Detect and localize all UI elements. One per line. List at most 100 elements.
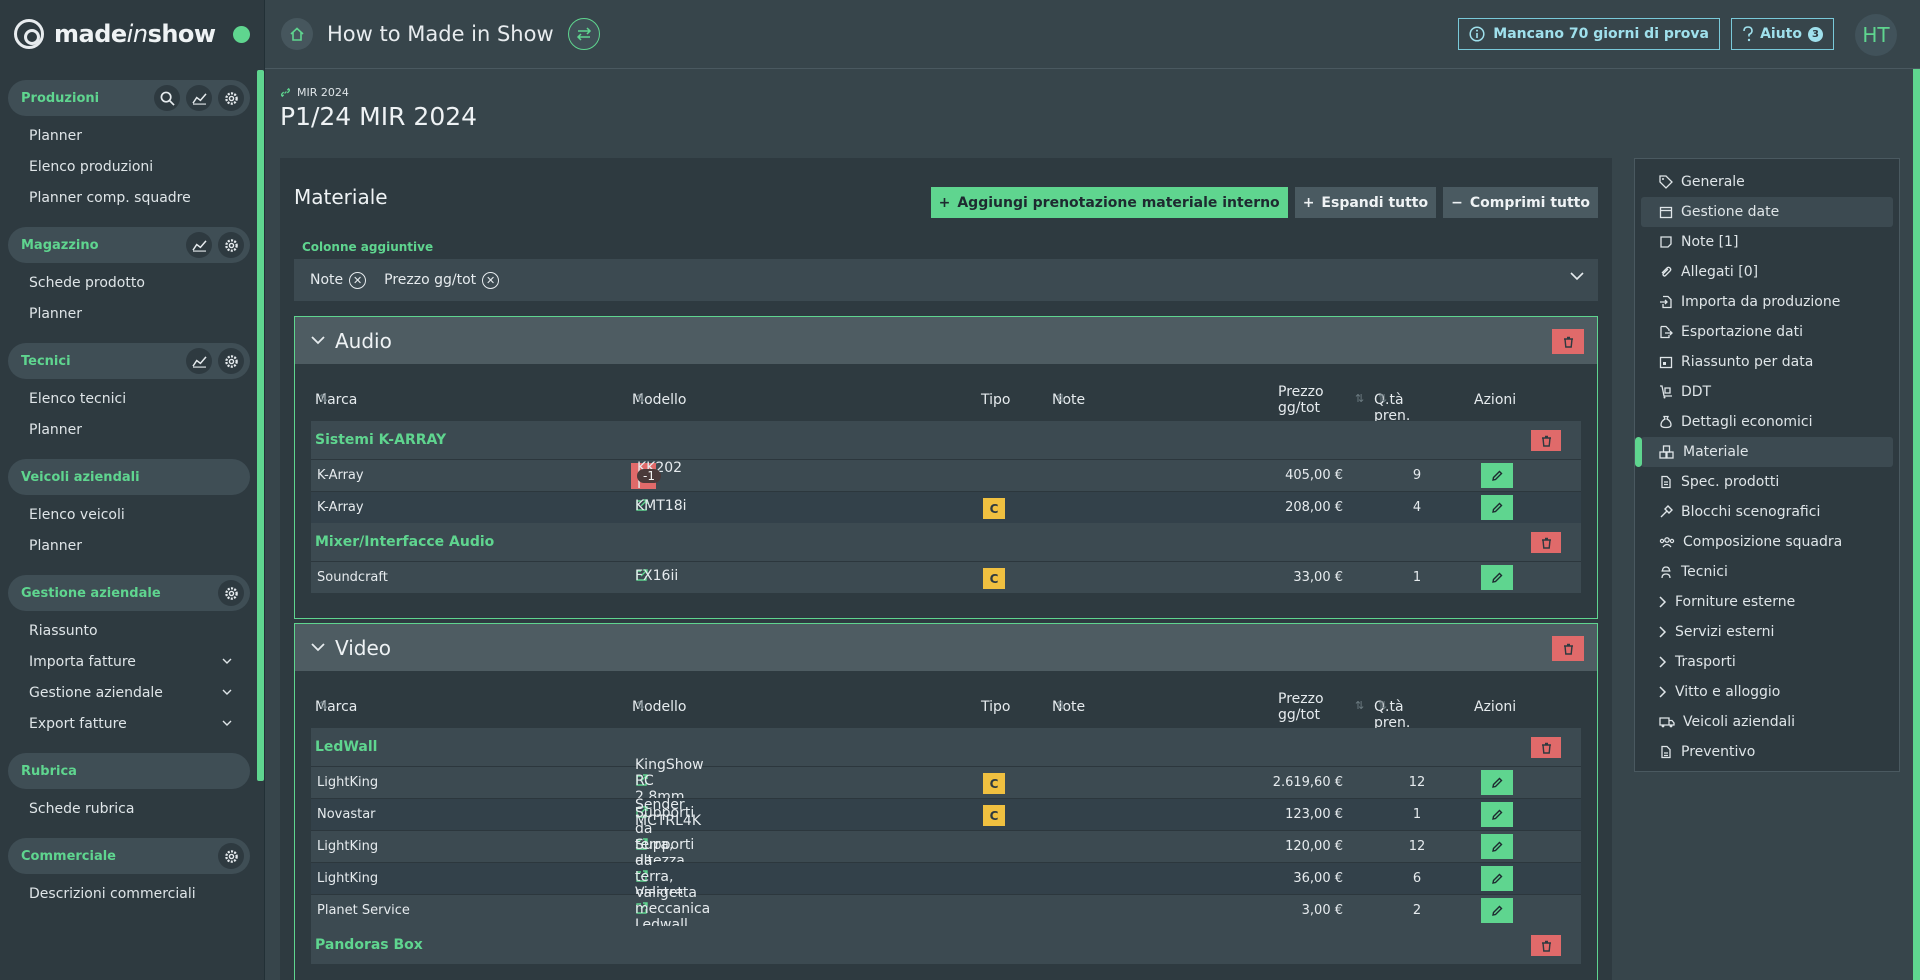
avatar[interactable]: HT — [1855, 14, 1897, 56]
group-header[interactable]: Video — [295, 624, 1597, 671]
sidebar-item-elenco-tecnici[interactable]: Elenco tecnici — [8, 383, 250, 414]
chart-icon[interactable] — [186, 85, 212, 111]
edit-button[interactable] — [1481, 834, 1513, 859]
edit-button[interactable] — [1481, 463, 1513, 488]
tipo-badge: C — [983, 805, 1005, 826]
nav-composizione-squadra[interactable]: Composizione squadra — [1641, 527, 1893, 557]
edit-button[interactable] — [1481, 495, 1513, 520]
sidebar-item-planner-comp-squadre[interactable]: Planner comp. squadre — [8, 182, 250, 213]
sidebar-item-export-fatture[interactable]: Export fatture — [8, 708, 250, 739]
chart-icon[interactable] — [186, 232, 212, 258]
add-internal-booking-button[interactable]: + Aggiungi prenotazione materiale interno — [930, 187, 1288, 218]
invoice-icon — [1661, 745, 1671, 759]
chart-icon[interactable] — [186, 348, 212, 374]
gear-icon[interactable] — [218, 348, 244, 374]
chevron-down-icon[interactable] — [1570, 272, 1584, 281]
sidebar-section-header[interactable]: Veicoli aziendali — [8, 459, 250, 495]
nav-spec-prodotti[interactable]: Spec. prodotti — [1641, 467, 1893, 497]
sort-icon[interactable]: ⇅ — [1355, 699, 1364, 712]
sidebar-item-gestione-aziendale[interactable]: Gestione aziendale — [8, 677, 250, 708]
trial-banner[interactable]: Mancano 70 giorni di prova — [1458, 18, 1720, 50]
sort-icon[interactable]: ⇅ — [1355, 392, 1364, 405]
sidebar-item-schede-prodotto[interactable]: Schede prodotto — [8, 267, 250, 298]
sidebar-section-header[interactable]: Commerciale — [8, 838, 250, 874]
nav-ddt[interactable]: DDT — [1641, 377, 1893, 407]
remove-chip-icon[interactable]: ✕ — [349, 271, 367, 289]
tag-icon — [1659, 175, 1673, 189]
breadcrumb[interactable]: MIR 2024 — [280, 86, 349, 99]
expand-all-button[interactable]: + Espandi tutto — [1294, 187, 1437, 218]
nav-tecnici[interactable]: Tecnici — [1641, 557, 1893, 587]
delete-category-button[interactable] — [1531, 532, 1561, 553]
nav-note[interactable]: Note [1] — [1641, 227, 1893, 257]
product-link[interactable]: FX16ii — [635, 568, 678, 584]
sidebar-section-header[interactable]: Gestione aziendale — [8, 575, 250, 611]
sidebar-item-elenco-veicoli[interactable]: Elenco veicoli — [8, 499, 250, 530]
product-link[interactable]: Valigetta meccanica Ledwall — [635, 885, 710, 933]
nav-generale[interactable]: Generale — [1641, 167, 1893, 197]
sidebar-item-planner[interactable]: Planner — [8, 530, 250, 561]
sidebar-item-schede-rubrica[interactable]: Schede rubrica — [8, 793, 250, 824]
gear-icon[interactable] — [218, 232, 244, 258]
group-header[interactable]: Audio — [295, 317, 1597, 364]
nav-blocchi-scenografici[interactable]: Blocchi scenografici — [1641, 497, 1893, 527]
page-scrollbar[interactable] — [1913, 69, 1920, 980]
nav-veicoli-aziendali[interactable]: Veicoli aziendali — [1641, 707, 1893, 737]
sidebar-section-header[interactable]: Produzioni — [8, 80, 250, 116]
nav-esportazione-dati[interactable]: Esportazione dati — [1641, 317, 1893, 347]
sidebar-item-elenco-produzioni[interactable]: Elenco produzioni — [8, 151, 250, 182]
nav-preventivo[interactable]: Preventivo — [1641, 737, 1893, 767]
sidebar-section-header[interactable]: Tecnici — [8, 343, 250, 379]
help-button[interactable]: Aiuto 3 — [1731, 18, 1834, 50]
sidebar-item-planner[interactable]: Planner — [8, 414, 250, 445]
help-badge: 3 — [1808, 26, 1823, 42]
sidebar-section-header[interactable]: Rubrica — [8, 753, 250, 789]
sidebar-item-planner[interactable]: Planner — [8, 120, 250, 151]
collapse-all-button[interactable]: − Comprimi tutto — [1443, 187, 1598, 218]
nav-riassunto-per-data[interactable]: Riassunto per data — [1641, 347, 1893, 377]
logo[interactable]: madeinshow — [0, 0, 264, 68]
nav-importa-produzione[interactable]: Importa da produzione — [1641, 287, 1893, 317]
nav-forniture-esterne[interactable]: Forniture esterne — [1641, 587, 1893, 617]
edit-button[interactable] — [1481, 770, 1513, 795]
nav-trasporti[interactable]: Trasporti — [1641, 647, 1893, 677]
switch-workspace-button[interactable] — [567, 18, 600, 50]
nav-allegati[interactable]: Allegati [0] — [1641, 257, 1893, 287]
trash-icon — [1563, 336, 1573, 348]
money-bag-icon — [1660, 415, 1672, 429]
sidebar-scrollbar[interactable] — [257, 70, 264, 781]
delete-group-button[interactable] — [1552, 636, 1584, 661]
nav-dettagli-economici[interactable]: Dettagli economici — [1641, 407, 1893, 437]
delete-group-button[interactable] — [1552, 329, 1584, 354]
delete-category-button[interactable] — [1531, 935, 1561, 956]
gear-icon[interactable] — [218, 580, 244, 606]
home-button[interactable] — [281, 18, 313, 50]
product-link[interactable]: KK202 I -1 — [631, 460, 682, 492]
nav-materiale[interactable]: Materiale — [1635, 437, 1893, 467]
minus-icon: − — [1451, 194, 1463, 211]
extra-columns-select[interactable]: Note ✕ Prezzo gg/tot ✕ — [294, 259, 1598, 301]
delete-category-button[interactable] — [1531, 737, 1561, 758]
nav-gestione-date[interactable]: Gestione date — [1641, 197, 1893, 227]
sidebar-section-header[interactable]: Magazzino — [8, 227, 250, 263]
file-import-icon — [1660, 295, 1672, 309]
sidebar-item-riassunto[interactable]: Riassunto — [8, 615, 250, 646]
edit-button[interactable] — [1481, 802, 1513, 827]
edit-button[interactable] — [1481, 898, 1513, 923]
edit-button[interactable] — [1481, 866, 1513, 891]
search-icon[interactable] — [154, 85, 180, 111]
product-link[interactable]: Supporti da terra, piastra base — [635, 837, 694, 917]
product-link[interactable]: KingShow RC 2.8mm — [635, 757, 704, 805]
gear-icon[interactable] — [218, 85, 244, 111]
remove-chip-icon[interactable]: ✕ — [482, 271, 500, 289]
sidebar-item-importa-fatture[interactable]: Importa fatture — [8, 646, 250, 677]
gear-icon[interactable] — [218, 843, 244, 869]
pencil-icon — [1492, 470, 1503, 481]
nav-servizi-esterni[interactable]: Servizi esterni — [1641, 617, 1893, 647]
delete-category-button[interactable] — [1531, 430, 1561, 451]
sidebar-item-planner[interactable]: Planner — [8, 298, 250, 329]
nav-vitto-alloggio[interactable]: Vitto e alloggio — [1641, 677, 1893, 707]
sidebar-item-descrizioni-commerciali[interactable]: Descrizioni commerciali — [8, 878, 250, 909]
product-link[interactable]: KMT18i — [635, 498, 687, 514]
edit-button[interactable] — [1481, 565, 1513, 590]
